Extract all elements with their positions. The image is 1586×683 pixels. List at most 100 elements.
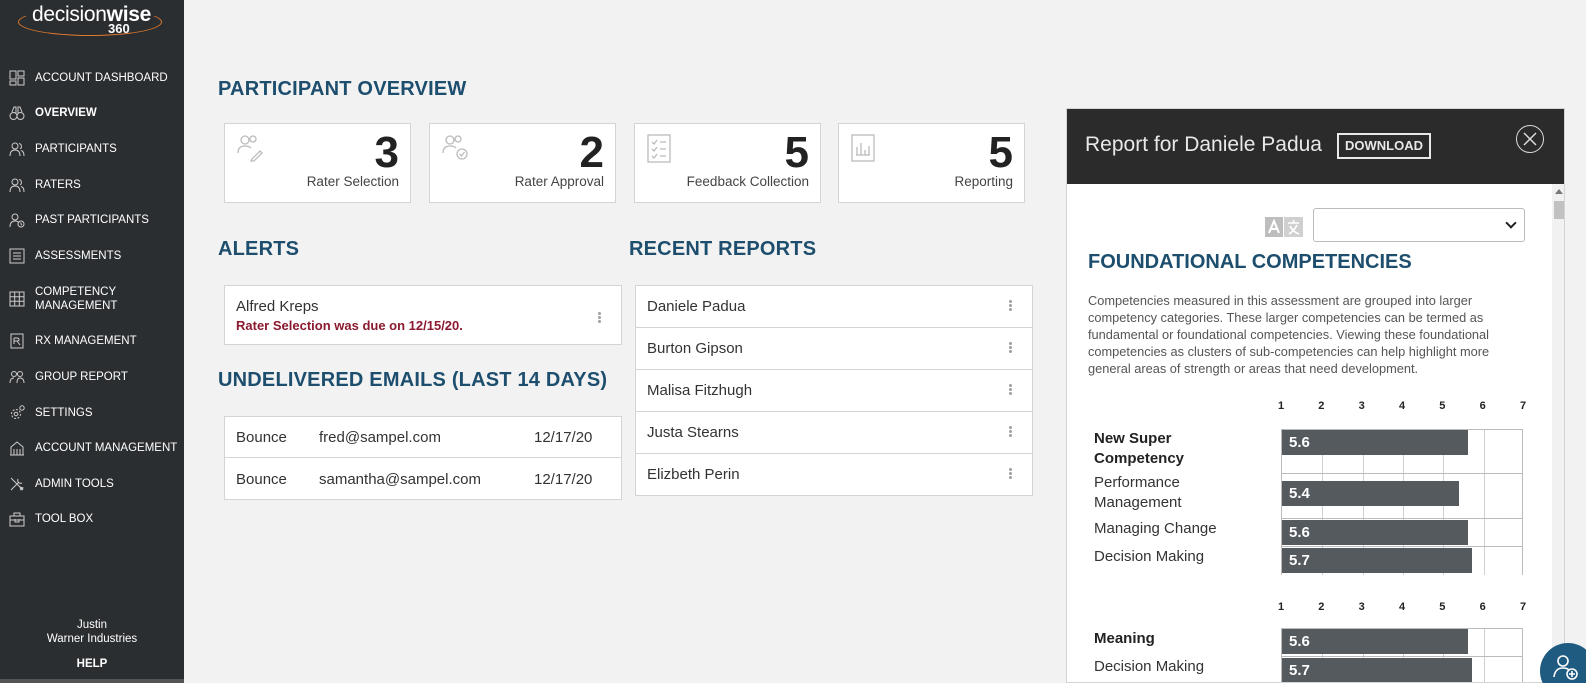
stat-card-feedback-collection[interactable]: 5 Feedback Collection (634, 123, 821, 203)
people-history-icon (8, 211, 26, 229)
recent-report-item[interactable]: Daniele Padua (636, 286, 1032, 328)
company-name: Warner Industries (46, 633, 138, 645)
sidebar-item-label: RX MANAGEMENT (35, 335, 137, 348)
report-menu-icon[interactable] (1008, 299, 1012, 312)
scroll-up-icon[interactable] (1555, 189, 1563, 194)
email-status: Bounce (236, 429, 287, 446)
logo-word-light: decision (32, 3, 107, 26)
help-link[interactable]: HELP (0, 658, 184, 670)
sidebar-item-overview[interactable]: OVERVIEW (0, 96, 184, 132)
add-user-icon (1553, 655, 1578, 680)
recent-reports-title: RECENT REPORTS (629, 238, 817, 260)
sidebar-item-label: GROUP REPORT (35, 370, 128, 383)
sidebar-item-participants[interactable]: PARTICIPANTS (0, 131, 184, 167)
sidebar-item-account-dashboard[interactable]: ACCOUNT DASHBOARD (0, 60, 184, 96)
sidebar-item-label: RATERS (35, 178, 81, 191)
email-date: 12/17/20 (534, 429, 593, 446)
report-participant-name: Malisa Fitzhugh (647, 382, 753, 399)
sidebar-item-tool-box[interactable]: TOOL BOX (0, 502, 184, 538)
sidebar-item-group-report[interactable]: GROUP REPORT (0, 359, 184, 395)
sidebar-bottom-strip (0, 679, 184, 683)
chart-tick-label: 1 (1277, 400, 1285, 412)
sidebar-item-label: OVERVIEW (35, 107, 97, 120)
chart-tick-label: 3 (1358, 400, 1365, 412)
report-description: Competencies measured in this assessment… (1088, 293, 1490, 376)
alert-menu-icon[interactable] (597, 311, 601, 324)
toolbox-icon (8, 510, 26, 528)
sidebar-item-assessments[interactable]: ASSESSMENTS (0, 238, 184, 274)
chart-bar-value: 5.6 (1289, 434, 1310, 451)
sidebar-item-label: PAST PARTICIPANTS (35, 214, 149, 227)
people-icon (8, 140, 26, 158)
sidebar-item-admin-tools[interactable]: ADMIN TOOLS (0, 466, 184, 502)
chart-bar: 5.6 (1282, 430, 1468, 455)
dashboard-icon (8, 69, 26, 87)
user-name[interactable]: Justin (0, 619, 184, 631)
recent-reports-list: Daniele Padua Burton Gipson Malisa Fitzhug… (635, 285, 1033, 496)
sidebar-item-account-management[interactable]: ACCOUNT MANAGEMENT (0, 430, 184, 466)
chart-plot-area: 5.6 5.4 5.6 5.7 (1281, 429, 1523, 575)
chart-row-label: Meaning (1094, 630, 1155, 647)
alert-card[interactable]: Alfred Kreps Rater Selection was due on … (224, 285, 622, 345)
gear-icon (8, 404, 26, 422)
alert-message: Rater Selection was due on 12/15/20. (236, 318, 463, 333)
language-select[interactable] (1313, 208, 1525, 242)
chart-tick-label: 6 (1479, 601, 1486, 613)
people-icon (8, 176, 26, 194)
sidebar-item-raters[interactable]: RATERS (0, 167, 184, 203)
chart-plot-area: 5.6 5.7 (1281, 628, 1523, 682)
report-scrollbar[interactable] (1552, 184, 1564, 682)
email-address: fred@sampel.com (319, 429, 441, 446)
stat-card-rater-approval[interactable]: 2 Rater Approval (429, 123, 616, 203)
close-panel-button[interactable] (1516, 125, 1544, 153)
report-menu-icon[interactable] (1008, 383, 1012, 396)
chart-row: 5.7 (1282, 546, 1522, 575)
chevron-down-icon (1505, 217, 1517, 229)
chart-row-label: Managing Change (1094, 520, 1217, 537)
report-menu-icon[interactable] (1008, 425, 1012, 438)
email-row: Bounce fred@sampel.com 12/17/20 (225, 417, 621, 458)
report-menu-icon[interactable] (1008, 467, 1012, 480)
recent-report-item[interactable]: Malisa Fitzhugh (636, 370, 1032, 412)
recent-report-item[interactable]: Justa Stearns (636, 412, 1032, 454)
chart-tick-label: 4 (1398, 400, 1406, 412)
chart-row: 5.6 (1282, 628, 1522, 656)
logo-number: 360 (108, 21, 130, 36)
chart-bar-value: 5.6 (1289, 524, 1310, 541)
group-icon (8, 368, 26, 386)
scroll-thumb[interactable] (1554, 201, 1564, 219)
report-participant-name: Burton Gipson (647, 340, 743, 357)
chart-bar-value: 5.7 (1289, 552, 1310, 569)
checklist-icon (647, 134, 671, 163)
chart-bar-value: 5.6 (1289, 633, 1310, 650)
rx-icon (8, 332, 26, 350)
recent-report-item[interactable]: Burton Gipson (636, 328, 1032, 370)
chart-row: 5.4 (1282, 473, 1522, 518)
translate-icon[interactable] (1265, 217, 1303, 237)
alerts-title: ALERTS (218, 238, 300, 260)
chart-tick-label: 7 (1519, 400, 1527, 412)
chart-bar: 5.7 (1282, 658, 1472, 682)
chart-bar: 5.7 (1282, 548, 1472, 573)
sidebar-item-past-participants[interactable]: PAST PARTICIPANTS (0, 202, 184, 238)
report-panel: Report for Daniele Padua DOWNLOAD FOUNDA… (1066, 108, 1565, 683)
sidebar-item-competency-management[interactable]: COMPETENCY MANAGEMENT (0, 274, 184, 324)
report-heading: FOUNDATIONAL COMPETENCIES (1088, 251, 1412, 273)
building-icon (8, 439, 26, 457)
email-date: 12/17/20 (534, 471, 593, 488)
sidebar-item-settings[interactable]: SETTINGS (0, 395, 184, 431)
report-panel-header: Report for Daniele Padua DOWNLOAD (1067, 109, 1564, 184)
sidebar-item-label: ACCOUNT DASHBOARD (35, 71, 168, 84)
chart-row-label: Performance Management (1094, 474, 1182, 511)
stat-card-rater-selection[interactable]: 3 Rater Selection (224, 123, 411, 203)
email-row: Bounce samantha@sampel.com 12/17/20 (225, 459, 621, 500)
grid-icon (8, 290, 26, 308)
chart-tick-label: 5 (1439, 601, 1446, 613)
stat-card-reporting[interactable]: 5 Reporting (838, 123, 1025, 203)
download-button[interactable]: DOWNLOAD (1337, 133, 1431, 159)
sidebar-item-rx-management[interactable]: RX MANAGEMENT (0, 324, 184, 360)
stat-label: Reporting (954, 174, 1013, 189)
report-menu-icon[interactable] (1008, 341, 1012, 354)
recent-report-item[interactable]: Elizbeth Perin (636, 454, 1032, 496)
logo[interactable]: decisionwise 360 (18, 2, 162, 38)
